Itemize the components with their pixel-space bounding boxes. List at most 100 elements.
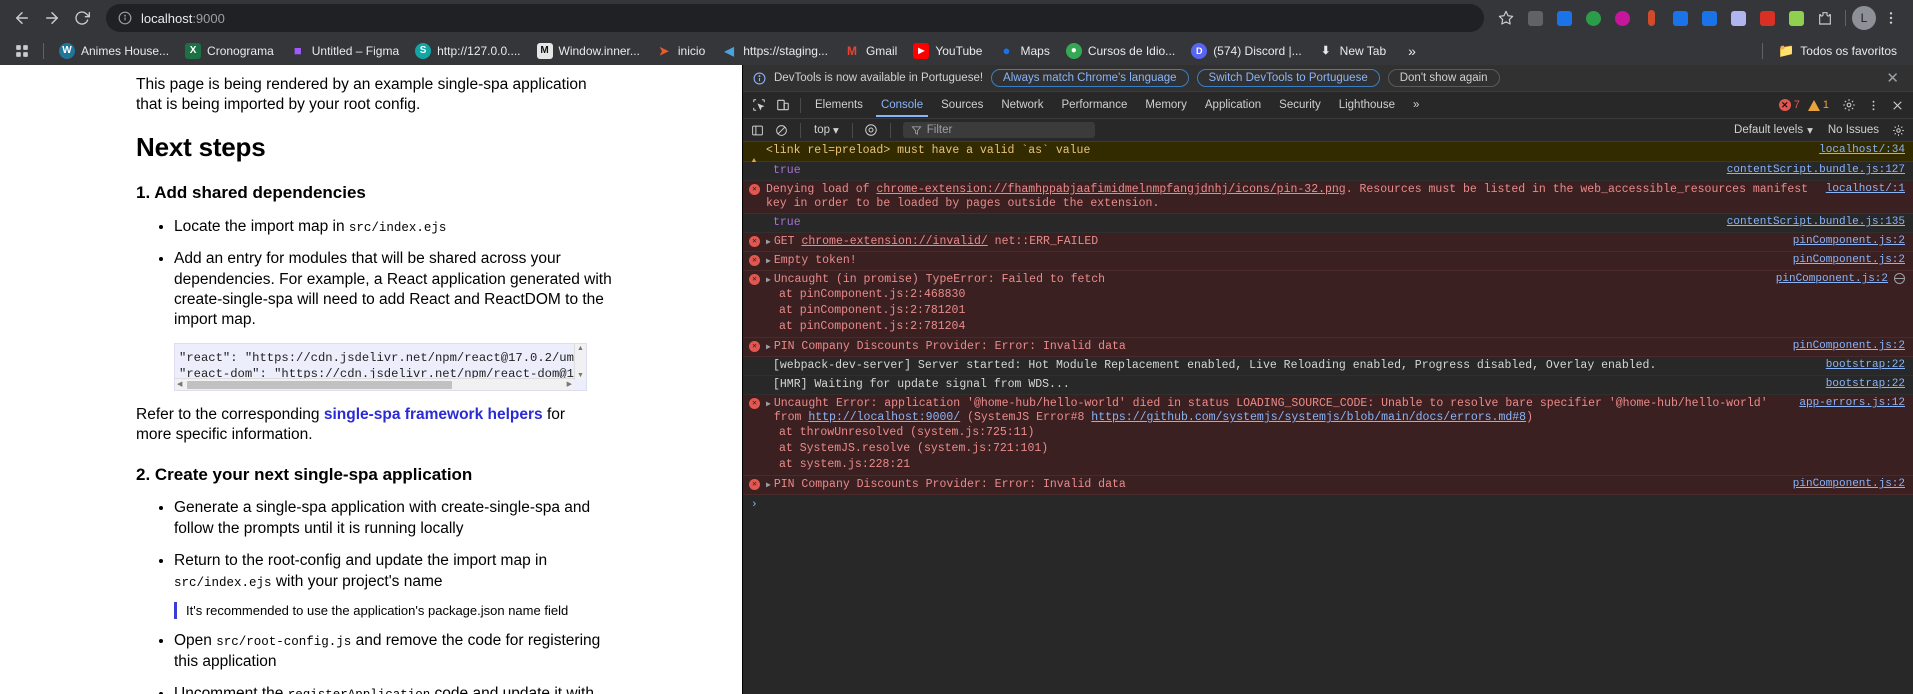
- console-message-error[interactable]: ✕ Denying load of chrome-extension://fha…: [743, 181, 1913, 215]
- bookmark-item[interactable]: ■ Untitled – Figma: [282, 39, 407, 63]
- message-source-link[interactable]: pinComponent.js:2: [1793, 478, 1905, 491]
- bookmark-item[interactable]: W Animes House...: [51, 39, 177, 63]
- devtools-more-icon[interactable]: [1861, 94, 1885, 116]
- bookmark-star-icon[interactable]: [1492, 4, 1520, 32]
- extension-google-translate-icon[interactable]: [1666, 4, 1694, 32]
- console-message-list[interactable]: <link rel=preload> must have a valid `as…: [743, 142, 1913, 694]
- console-message-log[interactable]: [webpack-dev-server] Server started: Hot…: [743, 357, 1913, 377]
- console-message-error[interactable]: ✕ ▶ Uncaught (in promise) TypeError: Fai…: [743, 271, 1913, 339]
- tab-sources[interactable]: Sources: [932, 94, 992, 117]
- expand-arrow-icon[interactable]: ▶: [766, 257, 771, 267]
- banner-close-icon[interactable]: ✕: [1882, 69, 1903, 87]
- message-source-link[interactable]: pinComponent.js:2: [1793, 340, 1905, 353]
- bookmark-item[interactable]: D (574) Discord |...: [1183, 39, 1309, 63]
- gear-icon[interactable]: [1837, 94, 1861, 116]
- message-source-link[interactable]: contentScript.bundle.js:135: [1727, 216, 1905, 229]
- avatar[interactable]: L: [1852, 6, 1876, 30]
- bookmark-item[interactable]: ● Maps: [990, 39, 1057, 63]
- extension-rocket-icon[interactable]: [1637, 4, 1665, 32]
- bookmark-item[interactable]: ● Cursos de Idio...: [1058, 39, 1183, 63]
- console-levels-selector[interactable]: Default levels ▾: [1728, 123, 1819, 137]
- address-bar[interactable]: localhost:9000: [106, 4, 1484, 32]
- bookmark-item[interactable]: X Cronograma: [177, 39, 282, 63]
- extension-red-icon[interactable]: [1753, 4, 1781, 32]
- warning-count-badge[interactable]: 1: [1807, 99, 1829, 111]
- console-message-log[interactable]: [HMR] Waiting for update signal from WDS…: [743, 376, 1913, 396]
- message-link[interactable]: http://localhost:9000/: [808, 411, 960, 424]
- code-block[interactable]: "react": "https://cdn.jsdelivr.net/npm/r…: [174, 342, 587, 391]
- device-toolbar-icon[interactable]: [771, 94, 795, 116]
- console-message-value[interactable]: true contentScript.bundle.js:135: [743, 214, 1913, 234]
- message-source-link[interactable]: bootstrap:22: [1826, 378, 1905, 391]
- expand-arrow-icon[interactable]: ▶: [766, 343, 771, 353]
- tab-lighthouse[interactable]: Lighthouse: [1330, 94, 1404, 117]
- error-count-badge[interactable]: ✕ 7: [1778, 99, 1800, 111]
- tab-security[interactable]: Security: [1270, 94, 1330, 117]
- stack-link[interactable]: pinComponent.js:2:781201: [800, 304, 966, 317]
- extension-green-icon[interactable]: [1782, 4, 1810, 32]
- all-bookmarks-button[interactable]: 📁 Todos os favoritos: [1770, 39, 1905, 63]
- always-match-language-button[interactable]: Always match Chrome's language: [991, 69, 1189, 87]
- bookmark-item[interactable]: ⬇ New Tab: [1310, 39, 1394, 63]
- extension-adblock-icon[interactable]: [1579, 4, 1607, 32]
- reload-icon[interactable]: [68, 4, 96, 32]
- console-message-error[interactable]: ✕ ▶ PIN Company Discounts Provider: Erro…: [743, 476, 1913, 496]
- extension-grammarly-icon[interactable]: [1550, 4, 1578, 32]
- message-source-link[interactable]: pinComponent.js:2: [1793, 254, 1905, 267]
- console-message-error[interactable]: ✕ ▶ Uncaught Error: application '@home-h…: [743, 395, 1913, 477]
- expand-arrow-icon[interactable]: ▶: [766, 481, 771, 491]
- bookmark-item[interactable]: ➤ inicio: [648, 39, 713, 63]
- site-info-icon[interactable]: [118, 11, 132, 25]
- code-block-vertical-scrollbar[interactable]: ▲ ▼: [574, 343, 586, 380]
- clear-console-icon[interactable]: [771, 121, 792, 140]
- dont-show-again-button[interactable]: Don't show again: [1387, 69, 1500, 87]
- code-block-horizontal-scrollbar[interactable]: ◀ ▶: [175, 377, 574, 390]
- console-input-prompt[interactable]: ›: [743, 495, 1913, 516]
- bookmark-item[interactable]: M Window.inner...: [529, 39, 648, 63]
- message-source-link[interactable]: contentScript.bundle.js:127: [1727, 164, 1905, 177]
- tab-application[interactable]: Application: [1196, 94, 1270, 117]
- console-message-error[interactable]: ✕ ▶ GET chrome-extension://invalid/ net:…: [743, 233, 1913, 253]
- expand-arrow-icon[interactable]: ▶: [766, 238, 771, 248]
- bookmark-item[interactable]: M Gmail: [836, 39, 905, 63]
- single-spa-framework-helpers-link[interactable]: single-spa framework helpers: [324, 406, 543, 423]
- tabs-overflow-button[interactable]: »: [1404, 94, 1428, 117]
- console-sidebar-icon[interactable]: [747, 121, 768, 140]
- inspect-element-icon[interactable]: [747, 94, 771, 116]
- message-link[interactable]: chrome-extension://invalid/: [801, 235, 987, 248]
- three-dot-menu-icon[interactable]: [1877, 4, 1905, 32]
- forward-arrow-icon[interactable]: [38, 4, 66, 32]
- stack-link[interactable]: system.js:721:101: [924, 442, 1041, 455]
- extension-camera-icon[interactable]: [1521, 4, 1549, 32]
- tab-console[interactable]: Console: [872, 94, 932, 117]
- bookmark-item[interactable]: Shttp://127.0.0....: [407, 39, 528, 63]
- message-source-link[interactable]: app-errors.js:12: [1799, 397, 1905, 410]
- scroll-up-arrow-icon[interactable]: ▲: [577, 344, 584, 353]
- bookmarks-overflow-button[interactable]: »: [1400, 41, 1424, 61]
- extensions-puzzle-icon[interactable]: [1811, 4, 1839, 32]
- console-message-error[interactable]: ✕ ▶ Empty token! pinComponent.js:2: [743, 252, 1913, 272]
- expand-arrow-icon[interactable]: ▶: [766, 276, 771, 286]
- stack-link[interactable]: system.js:725:11: [917, 426, 1027, 439]
- execution-context-selector[interactable]: top ▾: [809, 122, 844, 138]
- tab-network[interactable]: Network: [992, 94, 1052, 117]
- message-source-link[interactable]: pinComponent.js:2: [1793, 235, 1905, 248]
- console-message-value[interactable]: true contentScript.bundle.js:127: [743, 162, 1913, 182]
- expand-arrow-icon[interactable]: ▶: [766, 400, 771, 410]
- back-arrow-icon[interactable]: [8, 4, 36, 32]
- tab-elements[interactable]: Elements: [806, 94, 872, 117]
- console-message-warning[interactable]: <link rel=preload> must have a valid `as…: [743, 142, 1913, 167]
- scroll-right-arrow-icon[interactable]: ▶: [567, 380, 572, 389]
- extension-chart-icon[interactable]: [1724, 4, 1752, 32]
- stack-link[interactable]: pinComponent.js:2:468830: [800, 288, 966, 301]
- console-message-error[interactable]: ✕ ▶ PIN Company Discounts Provider: Erro…: [743, 338, 1913, 358]
- console-issues-status[interactable]: No Issues: [1822, 124, 1885, 136]
- switch-devtools-language-button[interactable]: Switch DevTools to Portuguese: [1196, 69, 1380, 87]
- tab-performance[interactable]: Performance: [1053, 94, 1137, 117]
- console-settings-gear-icon[interactable]: [1888, 121, 1909, 140]
- live-expression-eye-icon[interactable]: [861, 121, 882, 140]
- tab-memory[interactable]: Memory: [1136, 94, 1196, 117]
- message-source-link[interactable]: pinComponent.js:2: [1776, 273, 1888, 286]
- stack-link[interactable]: system.js:228:21: [800, 458, 910, 471]
- message-link[interactable]: https://github.com/systemjs/systemjs/blo…: [1091, 411, 1526, 424]
